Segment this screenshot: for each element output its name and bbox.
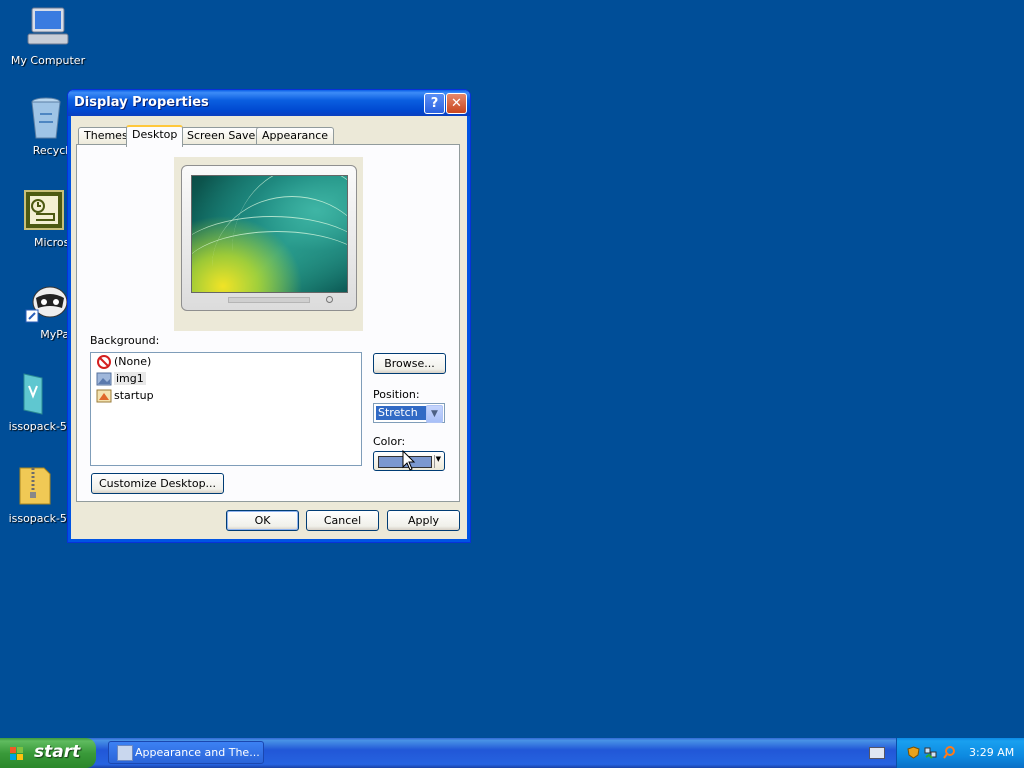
window-titlebar[interactable]: Display Properties ? ✕ [68,90,470,116]
close-button[interactable]: ✕ [446,93,467,114]
window-client: Themes Desktop Screen Saver Appearance B… [71,116,467,539]
zip-folder-icon [12,464,56,508]
wallpaper-preview [191,175,348,293]
windows-flag-icon [10,746,24,760]
image-file-icon [96,372,112,386]
color-label: Color: [373,435,406,448]
outlook-icon [22,188,66,232]
raccoon-icon [24,280,68,324]
monitor-slot [228,297,310,303]
browse-button[interactable]: Browse... [373,353,446,374]
list-item-label: startup [114,389,154,402]
list-item-label: (None) [114,355,152,368]
taskbar-item-label: Appearance and The... [135,746,260,759]
desktop-icon-my-computer[interactable]: My Computer [0,6,96,67]
position-label: Position: [373,388,420,401]
cancel-button[interactable]: Cancel [306,510,379,531]
customize-desktop-button[interactable]: Customize Desktop... [91,473,224,494]
chevron-down-icon[interactable]: ▼ [426,405,443,423]
start-label: start [34,742,81,762]
control-panel-icon [117,745,133,761]
no-entry-icon [96,355,112,369]
taskbar: start Appearance and The... 3:29 AM [0,738,1024,768]
keyboard-icon[interactable] [869,747,885,759]
clock: 3:29 AM [969,746,1015,759]
image-file-icon [96,389,112,403]
tab-desktop[interactable]: Desktop [126,125,184,147]
list-item-label: img1 [114,372,146,385]
search-icon[interactable] [943,746,956,759]
taskbar-item-appearance[interactable]: Appearance and The... [108,741,264,764]
list-item-startup[interactable]: startup [96,388,154,404]
background-listbox[interactable]: (None) img1 startup [90,352,362,466]
monitor-preview [181,165,357,311]
caret-down-icon: ▼ [435,455,441,463]
list-item-img1[interactable]: img1 [96,371,146,387]
computer-icon [26,6,70,50]
tab-appearance[interactable]: Appearance [256,127,335,145]
desktop-tab-panel: Background: (None) img1 startup Browse..… [76,144,460,502]
recycle-bin-icon [24,96,68,140]
window-title: Display Properties [74,95,209,110]
position-dropdown[interactable]: Stretch ▼ [373,403,445,423]
apply-button[interactable]: Apply [387,510,460,531]
position-value: Stretch [376,406,429,420]
background-label: Background: [90,334,160,347]
network-icon[interactable] [924,746,937,759]
tab-screen-saver[interactable]: Screen Saver [181,127,266,145]
help-button[interactable]: ? [424,93,445,114]
list-item-none[interactable]: (None) [96,354,151,370]
ok-button[interactable]: OK [226,510,299,531]
system-tray: 3:29 AM [896,738,1024,768]
desktop-icon-label: My Computer [10,54,86,67]
monitor-power-led [326,296,333,303]
security-shield-icon[interactable] [907,746,920,759]
start-button[interactable]: start [0,738,96,768]
display-properties-window[interactable]: Display Properties ? ✕ Themes Desktop Sc… [67,89,471,543]
package-icon [12,372,56,416]
